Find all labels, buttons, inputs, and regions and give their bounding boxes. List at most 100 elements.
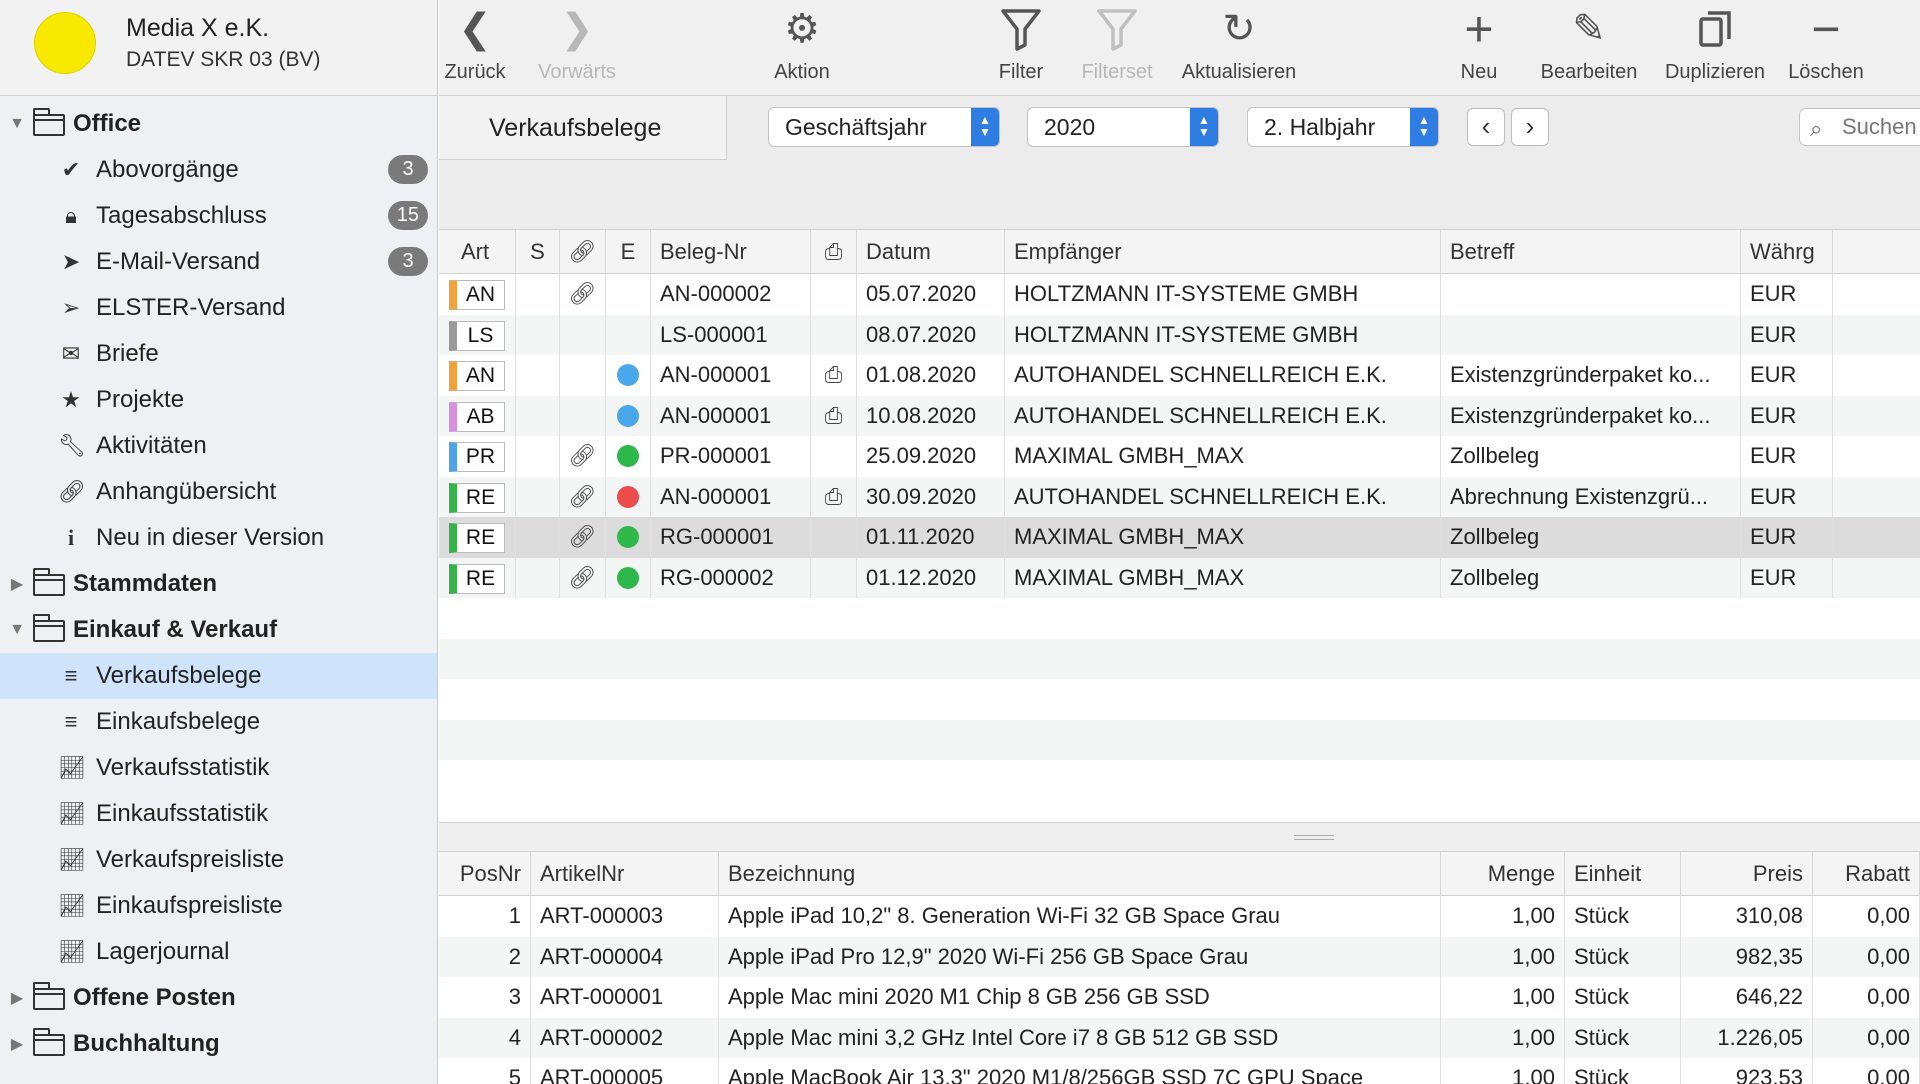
table-row[interactable]: AN AN-000001 ⎙ 01.08.2020 AUTOHANDEL SCHNELL… — [439, 355, 1920, 396]
forward-button[interactable]: ❯ Vorwärts — [535, 0, 619, 96]
sidebar-item-aktivit-ten[interactable]: 🔧︎ Aktivitäten — [0, 423, 437, 469]
sidebar-item-label: Anhangübersicht — [96, 478, 277, 505]
folder-icon — [32, 108, 65, 136]
column-s[interactable]: S — [516, 230, 560, 274]
column-empfaenger[interactable]: Empfänger — [1005, 230, 1441, 274]
name-cell: Apple MacBook Air 13,3" 2020 M1/8/256GB … — [719, 1058, 1441, 1084]
table-row[interactable]: 4 ART-000002 Apple Mac mini 3,2 GHz Intel … — [439, 1017, 1920, 1058]
attachment-cell — [560, 395, 606, 436]
sidebar-group-einkauf-verkauf[interactable]: ▼ Einkauf & Verkauf — [0, 607, 437, 653]
sidebar-item-e-mail-versand[interactable]: ➤ E-Mail-Versand 3 — [0, 239, 437, 285]
edit-button[interactable]: ✎ Bearbeiten — [1533, 0, 1645, 96]
subject-cell: Zollbeleg — [1441, 517, 1741, 558]
unit-cell: Stück — [1565, 936, 1681, 977]
column-preis[interactable]: Preis — [1681, 852, 1813, 896]
sidebar-item-verkaufsbelege[interactable]: ≡ Verkaufsbelege — [0, 653, 437, 699]
column-printed[interactable]: ⎙ — [811, 230, 857, 274]
sidebar-item-verkaufspreisliste[interactable]: 📈︎ Verkaufspreisliste — [0, 837, 437, 883]
disclosure-expanded-icon[interactable]: ▼ — [8, 621, 26, 639]
table-row[interactable]: RE 🔗︎ AN-000001 ⎙ 30.09.2020 AUTOHANDEL SCHNE… — [439, 476, 1920, 517]
column-art[interactable]: Art — [439, 230, 516, 274]
year-select[interactable]: 2020 ▲ ▼ — [1027, 107, 1219, 147]
column-beleg-nr[interactable]: Beleg-Nr — [651, 230, 811, 274]
sidebar-group-office[interactable]: ▼ Office — [0, 101, 437, 147]
sidebar-group-stammdaten[interactable]: ▶ Stammdaten — [0, 561, 437, 607]
sidebar-item-einkaufspreisliste[interactable]: 📈︎ Einkaufspreisliste — [0, 883, 437, 929]
sidebar-item-verkaufsstatistik[interactable]: 📈︎ Verkaufsstatistik — [0, 745, 437, 791]
refresh-button[interactable]: ↻ Aktualisieren — [1171, 0, 1307, 96]
duplicate-button[interactable]: Duplizieren — [1657, 0, 1773, 96]
paperclip-icon[interactable]: 🔗︎ — [569, 484, 597, 509]
disclosure-collapsed-icon[interactable]: ▶ — [8, 574, 26, 594]
status-cell — [606, 557, 651, 598]
delete-button[interactable]: − Löschen — [1783, 0, 1869, 96]
qty-cell: 1,00 — [1441, 1058, 1565, 1084]
positions-table-body: 1 ART-000003 Apple iPad 10,2" 8. Generatio… — [439, 896, 1920, 1084]
sidebar-item-projekte[interactable]: ★ Projekte — [0, 377, 437, 423]
disclosure-collapsed-icon[interactable]: ▶ — [8, 988, 26, 1008]
sidebar-item-neu-in-dieser-version[interactable]: i Neu in dieser Version — [0, 515, 437, 561]
table-row[interactable]: PR 🔗︎ PR-000001 25.09.2020 MAXIMAL GMBH_MAX Z… — [439, 436, 1920, 477]
column-e[interactable]: E — [606, 230, 651, 274]
table-row[interactable]: 5 ART-000005 Apple MacBook Air 13,3" 2020 … — [439, 1058, 1920, 1084]
disclosure-collapsed-icon[interactable]: ▶ — [8, 1034, 26, 1054]
table-row[interactable]: AB AN-000001 ⎙ 10.08.2020 AUTOHANDEL SCHNELL… — [439, 395, 1920, 436]
column-betreff[interactable]: Betreff — [1441, 230, 1741, 274]
table-row[interactable]: 3 ART-000001 Apple Mac mini 2020 M1 Chip 8… — [439, 977, 1920, 1018]
column-einheit[interactable]: Einheit — [1565, 852, 1681, 896]
search-input[interactable] — [1842, 113, 1920, 141]
sidebar-item-anhang-bersicht[interactable]: 🔗︎ Anhangübersicht — [0, 469, 437, 515]
sidebar-item-tagesabschluss[interactable]: 🔒︎ Tagesabschluss 15 — [0, 193, 437, 239]
search-field[interactable]: ⌕ — [1799, 108, 1920, 146]
action-button[interactable]: ⚙ Aktion — [769, 0, 835, 96]
chart-line-icon: 📈︎ — [58, 939, 86, 964]
next-period-button[interactable]: › — [1511, 108, 1549, 146]
table-row[interactable]: AN 🔗︎ AN-000002 05.07.2020 HOLTZMANN IT-SYST… — [439, 274, 1920, 315]
column-waehrung[interactable]: Währg — [1741, 230, 1833, 274]
folder-icon — [32, 982, 65, 1010]
sidebar-group-buchhaltung[interactable]: ▶ Buchhaltung — [0, 1021, 437, 1067]
period-type-select[interactable]: Geschäftsjahr ▲ ▼ — [768, 107, 1000, 147]
table-row[interactable]: 2 ART-000004 Apple iPad Pro 12,9" 2020 Wi-… — [439, 936, 1920, 977]
plus-icon: + — [1464, 1, 1494, 57]
filterset-button[interactable]: Filterset — [1075, 0, 1159, 96]
table-row[interactable]: RE 🔗︎ RG-000001 01.11.2020 MAXIMAL GMBH_MAX Z… — [439, 517, 1920, 558]
split-view-divider[interactable] — [439, 822, 1920, 852]
subject-cell: Zollbeleg — [1441, 557, 1741, 598]
column-posnr[interactable]: PosNr — [439, 852, 531, 896]
paperclip-icon[interactable]: 🔗︎ — [569, 524, 597, 549]
paperclip-icon[interactable]: 🔗︎ — [569, 281, 597, 306]
table-row[interactable]: 1 ART-000003 Apple iPad 10,2" 8. Generatio… — [439, 896, 1920, 937]
status-cell — [606, 314, 651, 355]
column-bezeichnung[interactable]: Bezeichnung — [719, 852, 1441, 896]
back-button[interactable]: ❮ Zurück — [444, 0, 505, 96]
article-cell: ART-000002 — [531, 1017, 719, 1058]
sidebar-item-einkaufsbelege[interactable]: ≡ Einkaufsbelege — [0, 699, 437, 745]
sidebar-item-briefe[interactable]: ✉ Briefe — [0, 331, 437, 377]
sidebar-item-label: Verkaufsbelege — [96, 662, 262, 689]
sidebar-item-einkaufsstatistik[interactable]: 📈︎ Einkaufsstatistik — [0, 791, 437, 837]
sidebar-item-abovorg-nge[interactable]: ✔ Abovorgänge 3 — [0, 147, 437, 193]
sidebar-group-offene-posten[interactable]: ▶ Offene Posten — [0, 975, 437, 1021]
column-artikelnr[interactable]: ArtikelNr — [531, 852, 719, 896]
column-datum[interactable]: Datum — [857, 230, 1005, 274]
paperclip-icon[interactable]: 🔗︎ — [569, 443, 597, 468]
paperclip-icon[interactable]: 🔗︎ — [569, 565, 597, 590]
sidebar-item-lagerjournal[interactable]: 📈︎ Lagerjournal — [0, 929, 437, 975]
range-select[interactable]: 2. Halbjahr ▲ ▼ — [1247, 107, 1439, 147]
column-rabatt[interactable]: Rabatt — [1813, 852, 1920, 896]
sidebar-group-label: Offene Posten — [73, 984, 236, 1011]
filter-button[interactable]: Filter — [994, 0, 1048, 96]
table-row[interactable]: RE 🔗︎ RG-000002 01.12.2020 MAXIMAL GMBH_MAX Z… — [439, 557, 1920, 598]
previous-period-button[interactable]: ‹ — [1467, 108, 1505, 146]
document-type-cell: RE — [439, 517, 516, 558]
company-header[interactable]: Media X e.K. DATEV SKR 03 (BV) — [0, 0, 437, 96]
column-menge[interactable]: Menge — [1441, 852, 1565, 896]
printer-icon: ⎙ — [824, 362, 843, 387]
new-button[interactable]: + Neu — [1455, 0, 1503, 96]
sidebar-item-elster-versand[interactable]: ➢ ELSTER-Versand — [0, 285, 437, 331]
column-attachment[interactable]: 🔗︎ — [560, 230, 606, 274]
table-row[interactable]: LS LS-000001 08.07.2020 HOLTZMANN IT-SYSTEM… — [439, 314, 1920, 355]
disclosure-expanded-icon[interactable]: ▼ — [8, 115, 26, 133]
attachment-cell — [560, 314, 606, 355]
